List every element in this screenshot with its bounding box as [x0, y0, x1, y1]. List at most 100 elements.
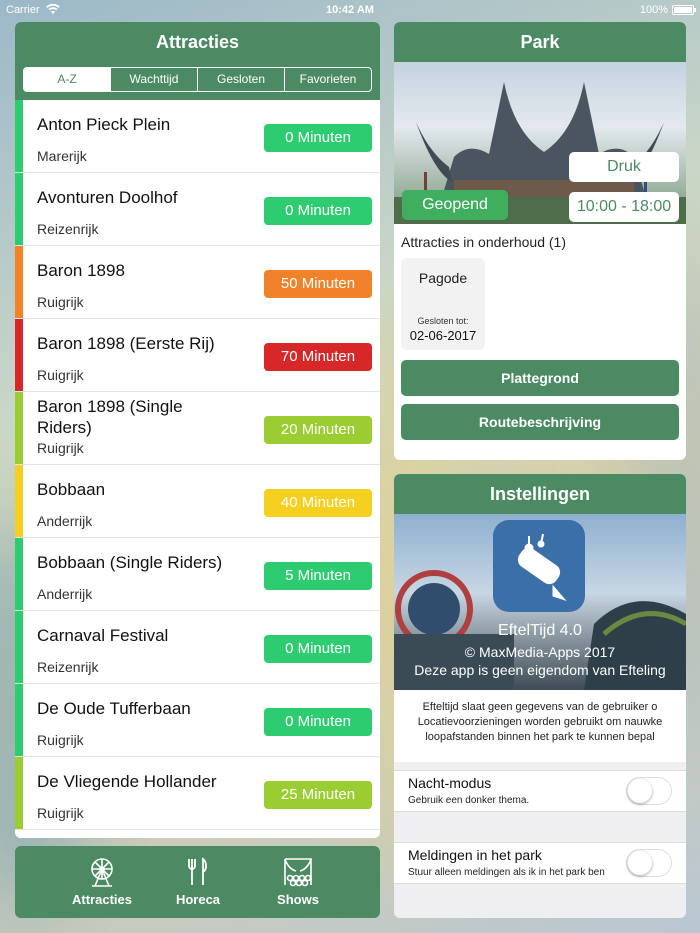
attraction-area: Ruigrijk: [37, 294, 84, 310]
setting-subtitle: Stuur alleen meldingen als ik in het par…: [408, 867, 605, 878]
attraction-row[interactable]: Baron 1898 (Eerste Rij) Ruigrijk 70 Minute…: [15, 319, 380, 392]
night-mode-toggle[interactable]: [626, 777, 672, 805]
app-icon: [493, 520, 585, 612]
attraction-area: Ruigrijk: [37, 732, 84, 748]
wait-color-strip: [15, 100, 23, 172]
wait-color-strip: [15, 319, 23, 391]
attractions-title: Attracties: [15, 22, 380, 62]
wait-time-badge: 40 Minuten: [264, 489, 372, 517]
segment-wachttijd[interactable]: Wachttijd: [111, 68, 198, 91]
map-button[interactable]: Plattegrond: [401, 360, 679, 396]
tab-horeca[interactable]: Horeca: [153, 856, 243, 907]
attraction-area: Reizenrijk: [37, 659, 99, 675]
notifications-toggle[interactable]: [626, 849, 672, 877]
wait-time-badge: 20 Minuten: [264, 416, 372, 444]
attraction-area: Anderrijk: [37, 513, 93, 529]
setting-night-mode: Nacht-modus Gebruik een donker thema.: [394, 770, 686, 812]
wait-time-badge: 0 Minuten: [264, 635, 372, 663]
attraction-area: Marerijk: [37, 148, 87, 164]
attraction-row[interactable]: De Oude Tufferbaan Ruigrijk 0 Minuten: [15, 684, 380, 757]
wait-color-strip: [15, 465, 23, 537]
app-disclaimer: Deze app is geen eigendom van Efteling: [414, 662, 666, 678]
app-name: EftelTijd 4.0: [498, 622, 582, 639]
attraction-row[interactable]: Anton Pieck Plein Marerijk 0 Minuten: [15, 100, 380, 173]
wait-color-strip: [15, 757, 23, 829]
setting-subtitle: Gebruik een donker thema.: [408, 795, 530, 806]
setting-title: Meldingen in het park: [408, 847, 542, 863]
attraction-row[interactable]: Carnaval Festival Reizenrijk 0 Minuten: [15, 611, 380, 684]
wait-color-strip: [15, 684, 23, 756]
route-button[interactable]: Routebeschrijving: [401, 404, 679, 440]
ferris-wheel-icon: [91, 858, 113, 887]
segment-favorieten[interactable]: Favorieten: [285, 68, 371, 91]
segment-a-z[interactable]: A-Z: [24, 68, 111, 91]
sort-segmented-control: A-Z Wachttijd Gesloten Favorieten: [23, 67, 372, 92]
app-copyright: © MaxMedia-Apps 2017: [464, 644, 616, 660]
opening-hours: 10:00 - 18:00: [569, 192, 679, 222]
tab-label: Shows: [277, 892, 319, 907]
maintenance-name: Pagode: [418, 270, 468, 286]
maintenance-date: 02-06-2017: [409, 328, 477, 343]
wait-time-badge: 0 Minuten: [264, 708, 372, 736]
attraction-row[interactable]: Avonturen Doolhof Reizenrijk 0 Minuten: [15, 173, 380, 246]
wait-time-badge: 0 Minuten: [264, 124, 372, 152]
battery-icon: [672, 5, 696, 15]
status-bar: Carrier 10:42 AM 100%: [0, 0, 700, 20]
info-line: Efteltijd slaat geen gegevens van de geb…: [422, 701, 658, 713]
attraction-area: Anderrijk: [37, 586, 93, 602]
wait-color-strip: [15, 392, 23, 464]
battery-percent: 100%: [639, 4, 668, 16]
wait-color-strip: [15, 538, 23, 610]
wait-color-strip: [15, 173, 23, 245]
tab-label: Attracties: [72, 892, 132, 907]
maintenance-closed-label: Gesloten tot:: [417, 316, 469, 326]
attraction-name: Anton Pieck Plein: [37, 115, 171, 134]
boat-ride-icon: [517, 533, 567, 602]
crowd-level: Druk: [569, 152, 679, 182]
wait-time-badge: 0 Minuten: [264, 197, 372, 225]
tab-label: Horeca: [175, 892, 221, 907]
maintenance-title: Attracties in onderhoud (1): [401, 234, 566, 250]
info-line: loopafstanden binnen het park te kunnen …: [425, 731, 655, 743]
tab-attracties[interactable]: Attracties: [57, 856, 147, 907]
wait-time-badge: 50 Minuten: [264, 270, 372, 298]
wait-color-strip: [15, 246, 23, 318]
setting-title: Nacht-modus: [408, 775, 492, 791]
attraction-name: Bobbaan: [37, 480, 106, 499]
attraction-name: Bobbaan (Single Riders): [37, 553, 223, 572]
park-title: Park: [394, 22, 686, 62]
attraction-name: De Vliegende Hollander: [37, 772, 217, 791]
fork-knife-icon: [188, 857, 207, 885]
attraction-row[interactable]: Bobbaan (Single Riders) Anderrijk 5 Minute…: [15, 538, 380, 611]
attraction-area: Ruigrijk: [37, 367, 84, 383]
attractions-panel: Attracties A-Z Wachttijd Gesloten Favoriete…: [15, 22, 380, 838]
attraction-area: Ruigrijk: [37, 805, 84, 821]
segment-gesloten[interactable]: Gesloten: [198, 68, 285, 91]
settings-title: Instellingen: [394, 474, 686, 514]
tab-shows[interactable]: Shows: [253, 856, 343, 907]
park-photo: 10:00 - 18:00 Druk Geopend: [394, 62, 686, 224]
attraction-name: Baron 1898 (Eerste Rij): [37, 334, 215, 353]
attraction-name: Baron 1898 (Single Riders): [37, 397, 183, 437]
attraction-row[interactable]: De Vliegende Hollander Ruigrijk 25 Minuten: [15, 757, 380, 830]
attraction-name: Baron 1898: [37, 261, 125, 280]
park-panel: Park 10:00 - 18:00 Druk Geopend Attracti…: [394, 22, 686, 460]
attraction-name: Carnaval Festival: [37, 626, 169, 645]
wait-time-badge: 25 Minuten: [264, 781, 372, 809]
attraction-row[interactable]: Baron 1898 (Single Riders) Ruigrijk 20 Min…: [15, 392, 380, 465]
clock: 10:42 AM: [326, 4, 374, 16]
attractions-list[interactable]: Anton Pieck Plein Marerijk 0 Minuten Avontu…: [15, 100, 380, 838]
wait-time-badge: 70 Minuten: [264, 343, 372, 371]
park-status-badge: Geopend: [402, 190, 508, 220]
wait-time-badge: 5 Minuten: [264, 562, 372, 590]
setting-notifications: Meldingen in het park Stuur alleen meldi…: [394, 842, 686, 884]
tab-bar: Attracties Horeca Shows: [15, 846, 380, 918]
wait-color-strip: [15, 611, 23, 683]
maintenance-card[interactable]: Pagode Gesloten tot: 02-06-2017: [401, 258, 485, 350]
attraction-row[interactable]: Bobbaan Anderrijk 40 Minuten: [15, 465, 380, 538]
attraction-area: Ruigrijk: [37, 440, 84, 456]
theater-curtain-icon: [284, 858, 312, 887]
attraction-row[interactable]: Baron 1898 Ruigrijk 50 Minuten: [15, 246, 380, 319]
info-line: Locatievoorzieningen worden gebruikt om …: [417, 716, 663, 728]
settings-photo: EftelTijd 4.0 © MaxMedia-Apps 2017 Deze …: [394, 514, 686, 690]
